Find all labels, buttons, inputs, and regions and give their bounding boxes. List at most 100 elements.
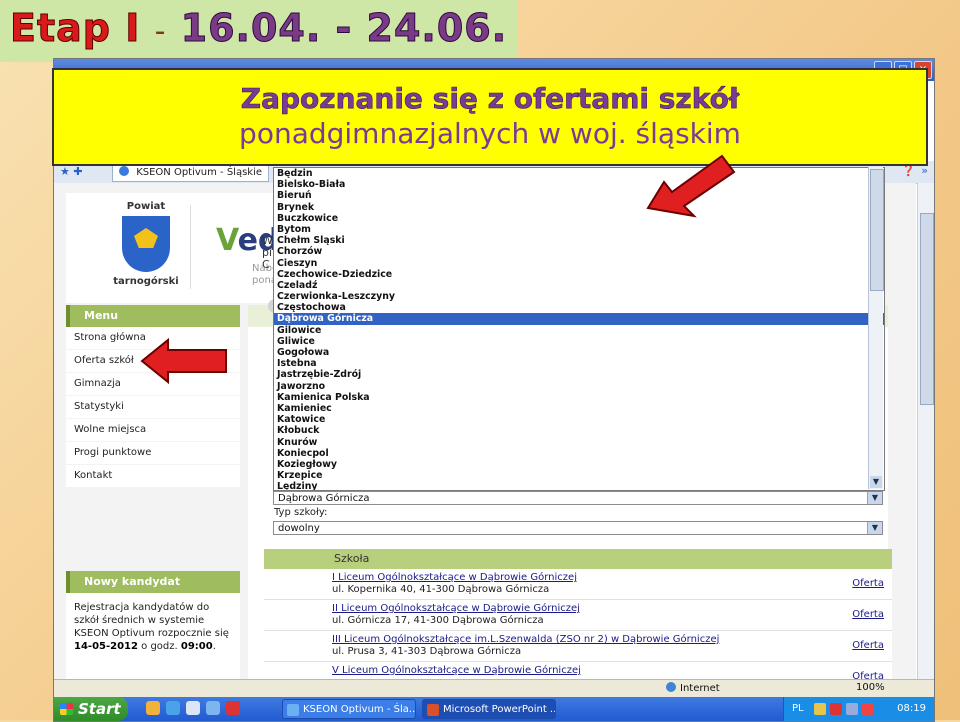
slide-title-dates: 16.04. - 24.06.: [180, 6, 508, 51]
school-name-link[interactable]: II Liceum Ogólnokształcące w Dąbrowie Gó…: [332, 603, 580, 614]
county-crest: Powiat tarnogórski: [106, 201, 186, 287]
new-candidate-text-2: o godz.: [137, 641, 181, 652]
tray-app-icon[interactable]: [814, 703, 826, 715]
dropdown-option[interactable]: Jaworzno: [274, 381, 884, 392]
school-type-value: dowolny: [278, 523, 320, 534]
security-icon[interactable]: [862, 703, 874, 715]
red-arrow-dropdown-icon: [646, 154, 736, 218]
dropdown-option[interactable]: Kamieniec: [274, 403, 884, 414]
school-name-link[interactable]: V Liceum Ogólnokształcące w Dąbrowie Gór…: [332, 665, 581, 676]
dropdown-scrollbar[interactable]: ▼: [868, 167, 884, 489]
dropdown-option[interactable]: Bielsko-Biała: [274, 179, 884, 190]
network-icon[interactable]: [846, 703, 858, 715]
red-arrow-menu-icon: [140, 337, 227, 385]
school-type-select[interactable]: dowolny ▼: [273, 521, 883, 535]
crest-shield-icon: [122, 216, 170, 272]
dropdown-option[interactable]: Krzepice: [274, 470, 884, 481]
new-candidate-panel: Nowy kandydat Rejestracja kandydatów do …: [66, 571, 240, 689]
school-name-link[interactable]: I Liceum Ogólnokształcące w Dąbrowie Gór…: [332, 572, 577, 583]
slide-title-dash: -: [154, 14, 167, 49]
dropdown-scroll-thumb[interactable]: [870, 169, 884, 291]
taskbar-item-browser[interactable]: KSEON Optivum - Śla...: [282, 699, 416, 719]
antivirus-icon[interactable]: [830, 703, 842, 715]
chevron-down-icon[interactable]: ▼: [867, 522, 882, 534]
slide-title-band: Etap I - 16.04. - 24.06.: [0, 0, 518, 62]
zone-indicator: Internet: [666, 682, 720, 694]
crest-top-label: Powiat: [126, 201, 166, 212]
dropdown-option[interactable]: Gilowice: [274, 325, 884, 336]
dropdown-option[interactable]: Cieszyn: [274, 258, 884, 269]
dropdown-option[interactable]: Chorzów: [274, 246, 884, 257]
browser-statusbar: Internet 100%: [54, 679, 934, 698]
ie-icon: [119, 166, 129, 176]
offer-link[interactable]: Oferta: [852, 578, 884, 589]
favorites-icon[interactable]: ★ ✚: [60, 165, 83, 178]
callout-line-1: Zapoznanie się z ofertami szkół: [240, 82, 740, 116]
firefox-icon[interactable]: [146, 701, 160, 715]
city-dropdown-list[interactable]: Będzin Bielsko-Biała Bieruń Brynek Buczkowic…: [273, 167, 885, 491]
taskbar-item-powerpoint[interactable]: Microsoft PowerPoint ...: [422, 699, 556, 719]
dropdown-option[interactable]: Gogołowa: [274, 347, 884, 358]
language-indicator[interactable]: PL: [792, 697, 804, 721]
city-select[interactable]: Dąbrowa Górnicza ▼: [273, 491, 883, 505]
dropdown-option[interactable]: Częstochowa: [274, 302, 884, 313]
school-name-link[interactable]: III Liceum Ogólnokształcące im.L.Szenwal…: [332, 634, 719, 645]
ie-quicklaunch-icon[interactable]: [166, 701, 180, 715]
start-button[interactable]: Start: [54, 697, 128, 721]
new-candidate-title: Nowy kandydat: [66, 571, 240, 593]
outlook-icon[interactable]: [206, 701, 220, 715]
dropdown-option[interactable]: Lędziny: [274, 481, 884, 490]
new-candidate-text: Rejestracja kandydatów do szkół średnich…: [66, 593, 240, 689]
yellow-callout: Zapoznanie się z ofertami szkół ponadgim…: [52, 68, 928, 166]
dropdown-option[interactable]: Kamienica Polska: [274, 392, 884, 403]
dropdown-option[interactable]: Dąbrowa Górnicza: [274, 313, 884, 325]
page-scrollbar[interactable]: [917, 183, 934, 679]
hidden-left-3: C: [262, 258, 270, 271]
desktop-icon[interactable]: [186, 701, 200, 715]
dropdown-option[interactable]: Bieruń: [274, 190, 884, 201]
opera-icon[interactable]: [226, 701, 240, 715]
dropdown-option[interactable]: Buczkowice: [274, 213, 884, 224]
menu-item-statistics[interactable]: Statystyki: [66, 396, 240, 419]
side-menu: Menu Strona główna Oferta szkół Gimnazja…: [66, 305, 240, 488]
dropdown-option[interactable]: Bytom: [274, 224, 884, 235]
dropdown-option[interactable]: Knurów: [274, 437, 884, 448]
scroll-down-icon[interactable]: ▼: [870, 476, 882, 488]
zoom-level[interactable]: 100%: [856, 682, 885, 693]
table-row: II Liceum Ogólnokształcące w Dąbrowie Gó…: [264, 600, 892, 631]
dropdown-option[interactable]: Gliwice: [274, 336, 884, 347]
dropdown-option[interactable]: Koziegłowy: [274, 459, 884, 470]
dropdown-option[interactable]: Czerwionka-Leszczyny: [274, 291, 884, 302]
windows-flag-icon: [60, 703, 73, 715]
menu-item-thresholds[interactable]: Progi punktowe: [66, 442, 240, 465]
chevron-down-icon[interactable]: ▼: [867, 492, 882, 504]
crest-bottom-label: tarnogórski: [113, 276, 179, 287]
table-row: I Liceum Ogólnokształcące w Dąbrowie Gór…: [264, 569, 892, 600]
new-candidate-date: 14-05-2012: [74, 641, 138, 652]
dropdown-option[interactable]: Będzin: [274, 168, 884, 179]
header-divider: [190, 205, 191, 289]
dropdown-option[interactable]: Czechowice-Dziedzice: [274, 269, 884, 280]
dropdown-option[interactable]: Istebna: [274, 358, 884, 369]
browser-tab[interactable]: KSEON Optivum - Śląskie: [112, 164, 270, 182]
new-candidate-text-1: Rejestracja kandydatów do szkół średnich…: [74, 602, 229, 639]
powerpoint-icon: [427, 704, 439, 716]
offer-link[interactable]: Oferta: [852, 609, 884, 620]
browser-tab-title: KSEON Optivum - Śląskie: [136, 167, 263, 178]
dropdown-option[interactable]: Jastrzębie-Zdrój: [274, 369, 884, 380]
school-table: Szkoła I Liceum Ogólnokształcące w Dąbro…: [264, 549, 892, 693]
dropdown-option[interactable]: Chełm Śląski: [274, 235, 884, 246]
dropdown-option[interactable]: Czeladź: [274, 280, 884, 291]
dropdown-option[interactable]: Koniecpol: [274, 448, 884, 459]
menu-item-contact[interactable]: Kontakt: [66, 465, 240, 488]
new-candidate-time: 09:00: [180, 641, 213, 652]
city-select-value: Dąbrowa Górnicza: [278, 493, 370, 504]
menu-title: Menu: [66, 305, 240, 327]
slide-title: Etap I - 16.04. - 24.06.: [9, 6, 508, 51]
dropdown-option[interactable]: Katowice: [274, 414, 884, 425]
offer-link[interactable]: Oferta: [852, 640, 884, 651]
menu-item-free-places[interactable]: Wolne miejsca: [66, 419, 240, 442]
dropdown-option[interactable]: Kłobuck: [274, 425, 884, 436]
dropdown-option[interactable]: Brynek: [274, 202, 884, 213]
page-scroll-thumb[interactable]: [920, 213, 934, 405]
